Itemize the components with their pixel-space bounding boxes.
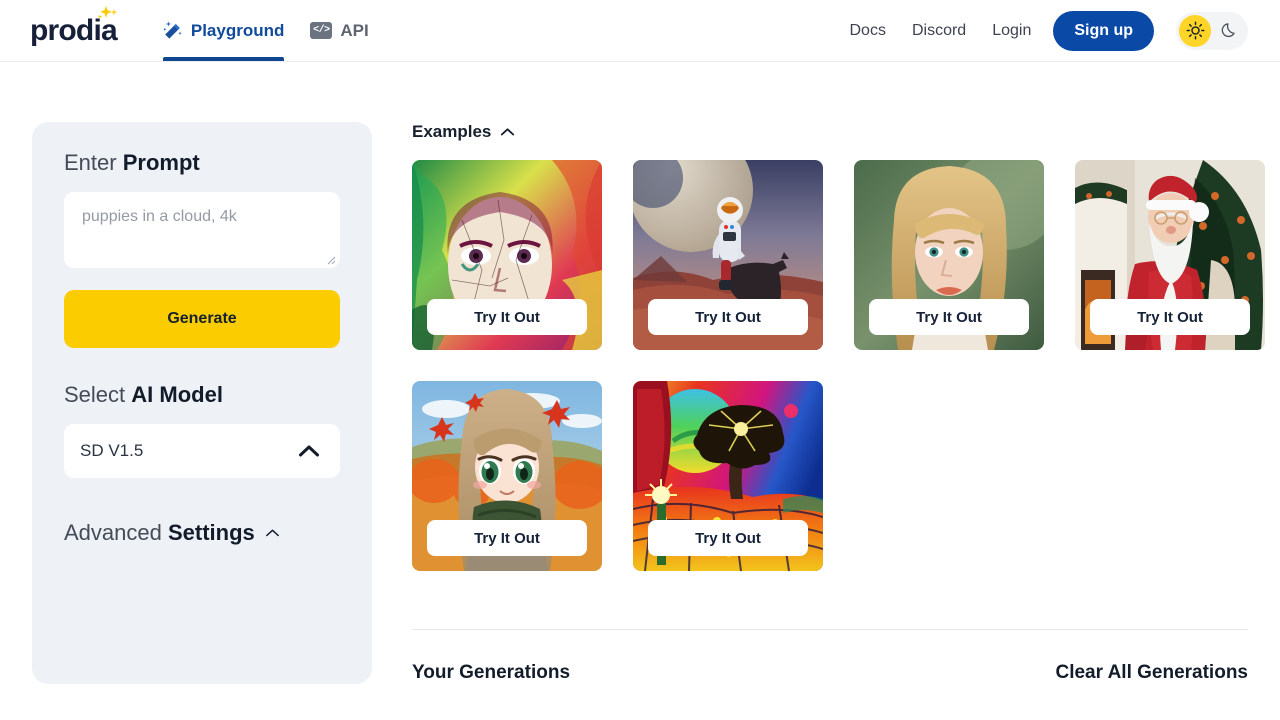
prodia-logo[interactable]: prodia <box>30 5 118 47</box>
example-card[interactable]: Try It Out <box>633 160 823 350</box>
try-it-out-button[interactable]: Try It Out <box>427 520 587 556</box>
try-it-out-button[interactable]: Try It Out <box>427 299 587 335</box>
chevron-up-icon <box>265 529 279 537</box>
example-card[interactable]: Try It Out <box>854 160 1044 350</box>
clear-all-generations-button[interactable]: Clear All Generations <box>1055 662 1248 684</box>
advanced-label-light: Advanced <box>64 520 168 545</box>
magic-wand-icon <box>163 21 182 39</box>
examples-grid: Try It Out Try It Out Try It Out Try It … <box>412 160 1265 571</box>
moon-icon <box>1221 23 1235 38</box>
example-card[interactable]: Try It Out <box>412 381 602 571</box>
prompt-input-wrapper <box>64 192 340 268</box>
theme-light-option[interactable] <box>1179 14 1211 47</box>
advanced-settings-label: Advanced Settings <box>64 520 255 546</box>
model-select[interactable]: SD V1.5 <box>64 424 340 478</box>
prompt-panel: Enter Prompt Generate Select AI Model SD… <box>32 122 372 684</box>
nav-link-login[interactable]: Login <box>992 22 1031 40</box>
advanced-settings-toggle[interactable]: Advanced Settings <box>64 520 340 546</box>
examples-toggle[interactable]: Examples <box>412 122 1248 142</box>
tab-api-label: API <box>340 20 369 40</box>
code-brackets-icon: </> <box>310 22 333 39</box>
page-body: Enter Prompt Generate Select AI Model SD… <box>0 62 1280 684</box>
generate-button[interactable]: Generate <box>64 290 340 348</box>
tab-playground-label: Playground <box>190 20 285 40</box>
chevron-up-icon <box>501 128 515 136</box>
example-card[interactable]: Try It Out <box>1075 160 1265 350</box>
nav-link-docs[interactable]: Docs <box>850 22 886 40</box>
chevron-up-icon <box>299 445 319 457</box>
logo-text: prodia <box>30 13 118 47</box>
main-content: Examples Try It Out Try It Out Try It Ou… <box>412 122 1265 684</box>
model-section: Select AI Model SD V1.5 <box>64 382 340 478</box>
primary-tabs: Playground </> API <box>162 0 369 61</box>
generations-title: Your Generations <box>412 662 571 683</box>
tab-playground[interactable]: Playground <box>162 0 285 61</box>
try-it-out-button[interactable]: Try It Out <box>869 299 1029 335</box>
app-header: prodia Playground </> API Docs Discord L… <box>0 0 1280 62</box>
model-section-label: Select AI Model <box>64 382 340 408</box>
example-card[interactable]: Try It Out <box>633 381 823 571</box>
theme-toggle[interactable] <box>1176 11 1248 50</box>
try-it-out-button[interactable]: Try It Out <box>648 299 808 335</box>
section-divider <box>412 629 1248 630</box>
theme-dark-option[interactable] <box>1213 15 1245 47</box>
prompt-input[interactable] <box>64 192 340 268</box>
advanced-label-bold: Settings <box>167 520 255 545</box>
header-actions: Docs Discord Login Sign up <box>850 10 1248 51</box>
try-it-out-button[interactable]: Try It Out <box>648 520 808 556</box>
generations-header: Your Generations Clear All Generations <box>412 662 1248 684</box>
nav-link-discord[interactable]: Discord <box>912 22 966 40</box>
model-select-value: SD V1.5 <box>80 441 144 460</box>
sun-icon <box>1185 21 1205 40</box>
model-label-bold: AI Model <box>131 382 223 407</box>
example-card[interactable]: Try It Out <box>412 160 602 350</box>
prompt-label-light: Enter <box>64 150 123 175</box>
tab-api[interactable]: </> API <box>310 0 369 61</box>
model-label-light: Select <box>64 382 132 407</box>
try-it-out-button[interactable]: Try It Out <box>1090 299 1250 335</box>
prompt-label-bold: Prompt <box>122 150 200 175</box>
signup-button[interactable]: Sign up <box>1053 10 1154 51</box>
prompt-section-label: Enter Prompt <box>64 150 340 176</box>
examples-label: Examples <box>412 122 492 141</box>
